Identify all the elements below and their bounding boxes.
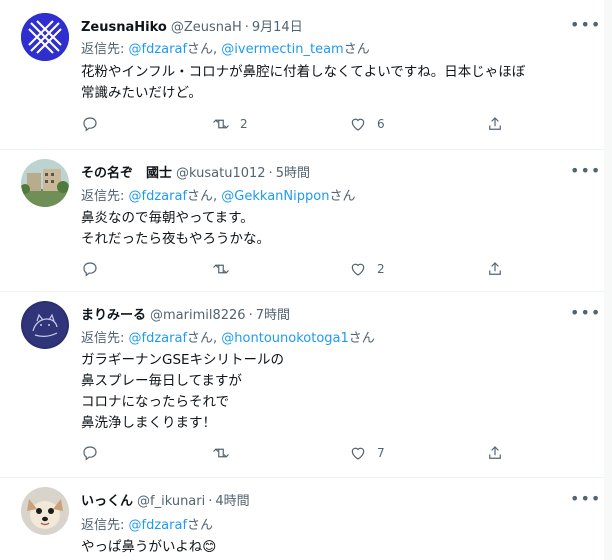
tweet-header: ZeusnaHiko @ZeusnaH · 9月14日 [81,16,303,35]
tweet-text: やっぱ鼻うがいよね😊 [81,539,217,555]
reply-button[interactable] [81,259,99,279]
retweet-button[interactable] [212,443,240,463]
reply-context: 返信先: @fdzarafさん, @ivermectin_teamさん [81,38,370,57]
reply-suffix: さん [348,331,375,346]
like-count: 2 [377,262,385,276]
reply-button[interactable] [81,443,99,463]
timestamp[interactable]: 5時間 [276,166,310,181]
retweet-count: 2 [240,117,248,131]
author-name[interactable]: いっくん [81,494,133,509]
author-name[interactable]: ZeusnaHiko [81,20,167,35]
reply-separator: さん, [187,189,222,204]
like-count: 7 [377,446,385,460]
reply-prefix: 返信先: [81,518,129,533]
share-icon [489,262,501,275]
avatar[interactable] [21,301,69,349]
separator-dot: · [248,308,253,323]
scrollbar-track[interactable] [604,0,612,560]
avatar[interactable] [21,13,69,61]
reply-mention[interactable]: @hontounokotoga1 [221,331,348,346]
retweet-button[interactable] [212,259,240,279]
avatar[interactable] [21,487,69,535]
like-icon [351,118,365,131]
tweet[interactable]: いっくん @f_ikunari · 4時間 ••• 返信先: @fdzarafさん や… [0,478,604,560]
more-icon[interactable]: ••• [570,17,601,33]
reply-prefix: 返信先: [81,42,129,57]
tweet-header: その名ぞ 國士 @kusatu1012 · 5時間 [81,162,310,181]
tweet-header: いっくん @f_ikunari · 4時間 [81,490,250,509]
author-handle[interactable]: @marimil8226 [150,308,246,323]
author-handle[interactable]: @f_ikunari [137,494,205,509]
share-button[interactable] [486,443,504,463]
like-count: 6 [377,117,385,131]
tweet[interactable]: ZeusnaHiko @ZeusnaH · 9月14日 ••• 返信先: @fdzar… [0,0,604,150]
reply-icon [83,446,97,461]
reply-suffix: さん [187,518,214,533]
author-handle[interactable]: @kusatu1012 [176,166,266,181]
share-icon [489,117,501,130]
author-name[interactable]: その名ぞ 國士 [81,166,172,181]
retweet-icon [213,264,229,274]
retweet-icon [213,119,229,129]
reply-mention[interactable]: @ivermectin_team [221,42,343,57]
more-icon[interactable]: ••• [570,491,601,507]
reply-button[interactable] [81,114,99,134]
like-button[interactable]: 2 [349,259,385,279]
reply-feed: ZeusnaHiko @ZeusnaH · 9月14日 ••• 返信先: @fdzar… [0,0,604,560]
reply-separator: さん, [187,331,222,346]
reply-mention[interactable]: @fdzaraf [129,189,188,204]
reply-icon [83,262,97,277]
tweet-text: 花粉やインフル・コロナが鼻腔に付着しなくてよいですね。日本じゃほぼ 常識みたいだ… [81,64,526,101]
author-name[interactable]: まりみーる [81,308,146,323]
timestamp[interactable]: 7時間 [256,308,290,323]
share-button[interactable] [486,114,504,134]
reply-context: 返信先: @fdzarafさん, @hontounokotoga1さん [81,327,375,346]
reply-prefix: 返信先: [81,189,129,204]
reply-context: 返信先: @fdzarafさん [81,514,213,533]
reply-mention[interactable]: @fdzaraf [129,518,188,533]
reply-prefix: 返信先: [81,331,129,346]
avatar-dog-photo [21,487,69,535]
share-button[interactable] [486,259,504,279]
like-icon [351,447,365,460]
reply-suffix: さん [343,42,370,57]
avatar[interactable] [21,159,69,207]
retweet-button[interactable]: 2 [212,114,248,134]
reply-mention[interactable]: @fdzaraf [129,331,188,346]
more-icon[interactable]: ••• [570,163,601,179]
tweet-header: まりみーる @marimil8226 · 7時間 [81,304,290,323]
like-button[interactable]: 6 [349,114,385,134]
tweet[interactable]: その名ぞ 國士 @kusatu1012 · 5時間 ••• 返信先: @fdzaraf… [0,150,604,292]
separator-dot: · [244,20,249,35]
timestamp[interactable]: 4時間 [215,494,249,509]
like-icon [351,263,365,276]
separator-dot: · [208,494,213,509]
reply-mention[interactable]: @GekkanNippon [221,189,329,204]
avatar-x-logo [21,13,69,61]
more-icon[interactable]: ••• [570,305,601,321]
avatar-building-photo [21,159,69,207]
reply-mention[interactable]: @fdzaraf [129,42,188,57]
tweet-text: ガラギーナンGSEキシリトールの 鼻スプレー毎日してますが コロナになったらそれ… [81,352,285,431]
tweet[interactable]: まりみーる @marimil8226 · 7時間 ••• 返信先: @fdzarafさ… [0,292,604,478]
retweet-icon [213,448,229,458]
separator-dot: · [268,166,273,181]
tweet-text: 鼻炎なので毎朝やってます。 それだったら夜もやろうかな。 [81,210,270,247]
reply-separator: さん, [187,42,222,57]
reply-suffix: さん [329,189,356,204]
reply-icon [83,117,97,132]
share-icon [489,446,501,459]
like-button[interactable]: 7 [349,443,385,463]
avatar-cat-drawing [21,301,69,349]
author-handle[interactable]: @ZeusnaH [171,20,242,35]
timestamp[interactable]: 9月14日 [252,20,303,35]
reply-context: 返信先: @fdzarafさん, @GekkanNipponさん [81,185,355,204]
